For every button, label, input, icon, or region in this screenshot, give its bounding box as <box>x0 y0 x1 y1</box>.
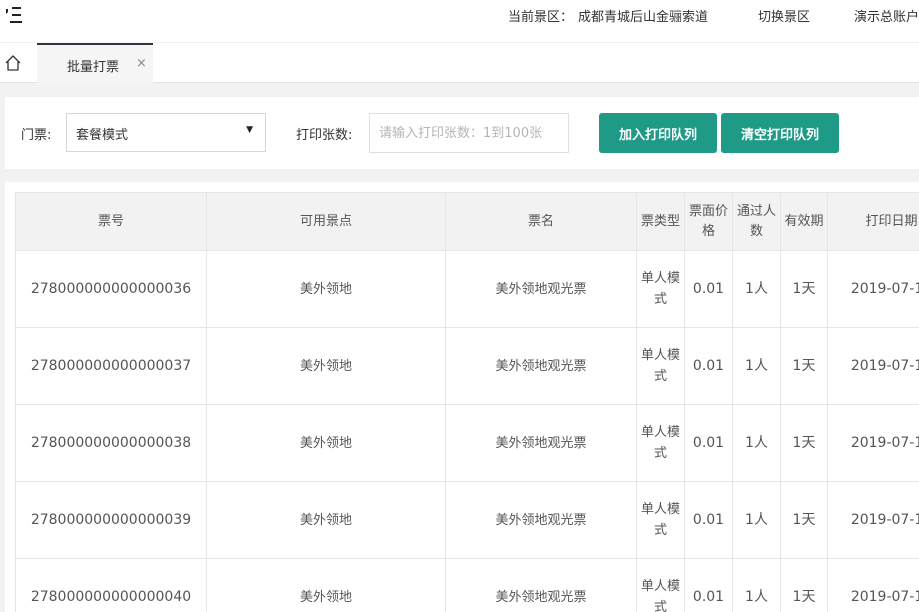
tab-label: 批量打票 <box>67 60 120 75</box>
print-date-cell: 2019-07-18 <box>827 327 919 405</box>
print-date-cell: 2019-07-18 <box>827 404 919 482</box>
add-to-queue-button[interactable]: 加入打印队列 <box>599 113 717 153</box>
table-row: 278000000000000036 美外领地 美外领地观光票 单人模式 0.0… <box>15 250 919 328</box>
current-area-label: 当前景区： <box>508 10 574 25</box>
ticket-label: 门票: <box>21 128 52 143</box>
pass-count-cell: 1人 <box>732 558 781 612</box>
clear-queue-button[interactable]: 清空打印队列 <box>721 113 839 153</box>
column-header: 打印日期 <box>827 192 919 251</box>
ticket-number-cell: 278000000000000039 <box>15 481 207 559</box>
print-form: 门票: 套餐模式 ▼ 打印张数: 加入打印队列 清空打印队列 <box>5 97 919 169</box>
ticket-number-cell: 278000000000000038 <box>15 404 207 482</box>
column-header: 票面价格 <box>684 192 733 251</box>
price-cell: 0.01 <box>684 327 733 405</box>
ticket-name-cell: 美外领地观光票 <box>445 558 637 612</box>
print-count-input[interactable] <box>369 113 569 153</box>
ticket-name-cell: 美外领地观光票 <box>445 481 637 559</box>
print-count-label: 打印张数: <box>296 128 353 143</box>
account-menu[interactable]: 演示总账户 <box>854 6 919 25</box>
column-header: 可用景点 <box>206 192 446 251</box>
column-header: 通过人数 <box>732 192 781 251</box>
table-row: 278000000000000038 美外领地 美外领地观光票 单人模式 0.0… <box>15 404 919 482</box>
pass-count-cell: 1人 <box>732 250 781 328</box>
validity-cell: 1天 <box>780 250 828 328</box>
ticket-name-cell: 美外领地观光票 <box>445 404 637 482</box>
ticket-number-cell: 278000000000000036 <box>15 250 207 328</box>
top-bar: 当前景区： 成都青城后山金骊索道 切换景区 演示总账户 <box>0 0 919 42</box>
print-date-cell: 2019-07-18 <box>827 558 919 612</box>
ticket-type-cell: 单人模式 <box>636 481 685 559</box>
current-area-value: 成都青城后山金骊索道 <box>578 10 709 25</box>
print-date-cell: 2019-07-18 <box>827 481 919 559</box>
ticket-type-cell: 单人模式 <box>636 250 685 328</box>
price-cell: 0.01 <box>684 404 733 482</box>
table-row: 278000000000000037 美外领地 美外领地观光票 单人模式 0.0… <box>15 327 919 405</box>
tab-batch-print[interactable]: 批量打票 × <box>37 43 153 84</box>
scenic-spot-cell: 美外领地 <box>206 558 446 612</box>
column-header: 有效期 <box>780 192 828 251</box>
table-row: 278000000000000040 美外领地 美外领地观光票 单人模式 0.0… <box>15 558 919 612</box>
scenic-spot-cell: 美外领地 <box>206 404 446 482</box>
menu-toggle-icon[interactable] <box>4 4 22 24</box>
ticket-table-panel: 票号 可用景点 票名 票类型 票面价格 通过人数 有效期 打印日期 278000… <box>5 182 919 612</box>
ticket-select-value: 套餐模式 <box>76 128 129 143</box>
validity-cell: 1天 <box>780 404 828 482</box>
ticket-select[interactable]: 套餐模式 ▼ <box>66 113 266 152</box>
ticket-type-cell: 单人模式 <box>636 558 685 612</box>
price-cell: 0.01 <box>684 558 733 612</box>
ticket-type-cell: 单人模式 <box>636 327 685 405</box>
scenic-spot-cell: 美外领地 <box>206 327 446 405</box>
table-header-row: 票号 可用景点 票名 票类型 票面价格 通过人数 有效期 打印日期 <box>15 192 919 251</box>
ticket-name-cell: 美外领地观光票 <box>445 327 637 405</box>
validity-cell: 1天 <box>780 327 828 405</box>
ticket-number-cell: 278000000000000037 <box>15 327 207 405</box>
pass-count-cell: 1人 <box>732 327 781 405</box>
column-header: 票号 <box>15 192 207 251</box>
validity-cell: 1天 <box>780 558 828 612</box>
scenic-spot-cell: 美外领地 <box>206 250 446 328</box>
pass-count-cell: 1人 <box>732 481 781 559</box>
caret-down-icon: ▼ <box>246 125 253 135</box>
column-header: 票类型 <box>636 192 685 251</box>
ticket-number-cell: 278000000000000040 <box>15 558 207 612</box>
table-row: 278000000000000039 美外领地 美外领地观光票 单人模式 0.0… <box>15 481 919 559</box>
ticket-type-cell: 单人模式 <box>636 404 685 482</box>
ticket-name-cell: 美外领地观光票 <box>445 250 637 328</box>
home-icon[interactable] <box>0 43 26 83</box>
price-cell: 0.01 <box>684 250 733 328</box>
validity-cell: 1天 <box>780 481 828 559</box>
print-date-cell: 2019-07-18 <box>827 250 919 328</box>
tab-bar: 批量打票 × <box>0 43 919 84</box>
close-icon[interactable]: × <box>136 56 147 71</box>
column-header: 票名 <box>445 192 637 251</box>
pass-count-cell: 1人 <box>732 404 781 482</box>
scenic-spot-cell: 美外领地 <box>206 481 446 559</box>
switch-area-link[interactable]: 切换景区 <box>758 6 810 25</box>
price-cell: 0.01 <box>684 481 733 559</box>
ticket-table: 票号 可用景点 票名 票类型 票面价格 通过人数 有效期 打印日期 278000… <box>15 192 919 612</box>
